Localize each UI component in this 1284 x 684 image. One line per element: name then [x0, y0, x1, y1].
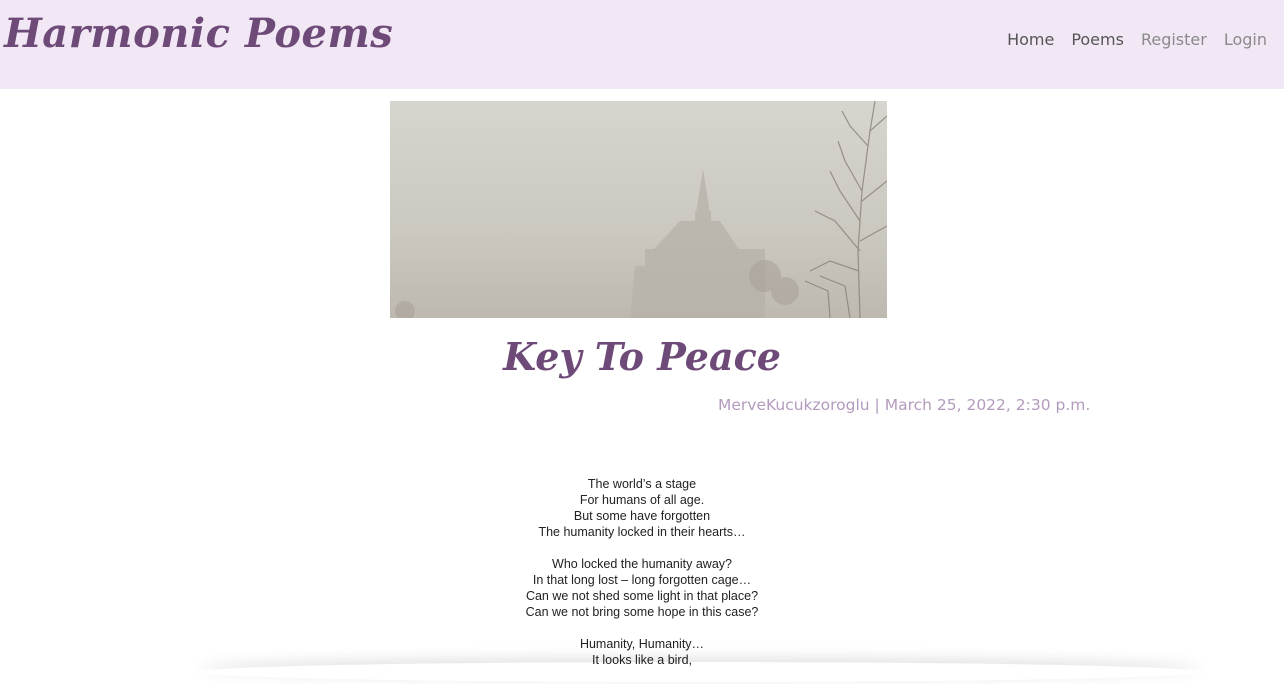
foggy-church-image — [390, 101, 887, 318]
nav-login-link[interactable]: Login — [1224, 30, 1267, 49]
poem-line: In that long lost – long forgotten cage… — [532, 573, 752, 587]
poem-line: Who locked the humanity away? — [552, 557, 732, 571]
nav-register-link[interactable]: Register — [1141, 30, 1207, 49]
poem-line: But some have forgotten — [573, 509, 711, 523]
poem-stanza: The world’s a stage For humans of all ag… — [0, 476, 1284, 540]
nav-menu: Home Poems Register Login — [990, 30, 1267, 49]
poem-title: Key To Peace — [503, 334, 781, 379]
poem-line: For humans of all age. — [579, 493, 705, 507]
poem-body: The world’s a stage For humans of all ag… — [0, 476, 1284, 684]
poem-line: The world’s a stage — [587, 477, 697, 491]
poem-line: Humanity, Humanity… — [579, 637, 705, 651]
nav-home-link[interactable]: Home — [1007, 30, 1054, 49]
brand-logo[interactable]: Harmonic Poems — [4, 10, 393, 57]
footer-shadow — [200, 662, 1200, 682]
poem-stanza: Who locked the humanity away? In that lo… — [0, 556, 1284, 620]
poem-author-date: MerveKucukzoroglu | March 25, 2022, 2:30… — [718, 396, 1091, 414]
poem-line: Can we not bring some hope in this case? — [525, 605, 759, 619]
nav-poems-link[interactable]: Poems — [1071, 30, 1124, 49]
poem-cover-image — [390, 101, 887, 318]
poem-line: The humanity locked in their hearts… — [538, 525, 746, 539]
poem-line: Can we not shed some light in that place… — [525, 589, 759, 603]
navbar: Harmonic Poems Home Poems Register Login — [0, 0, 1284, 89]
